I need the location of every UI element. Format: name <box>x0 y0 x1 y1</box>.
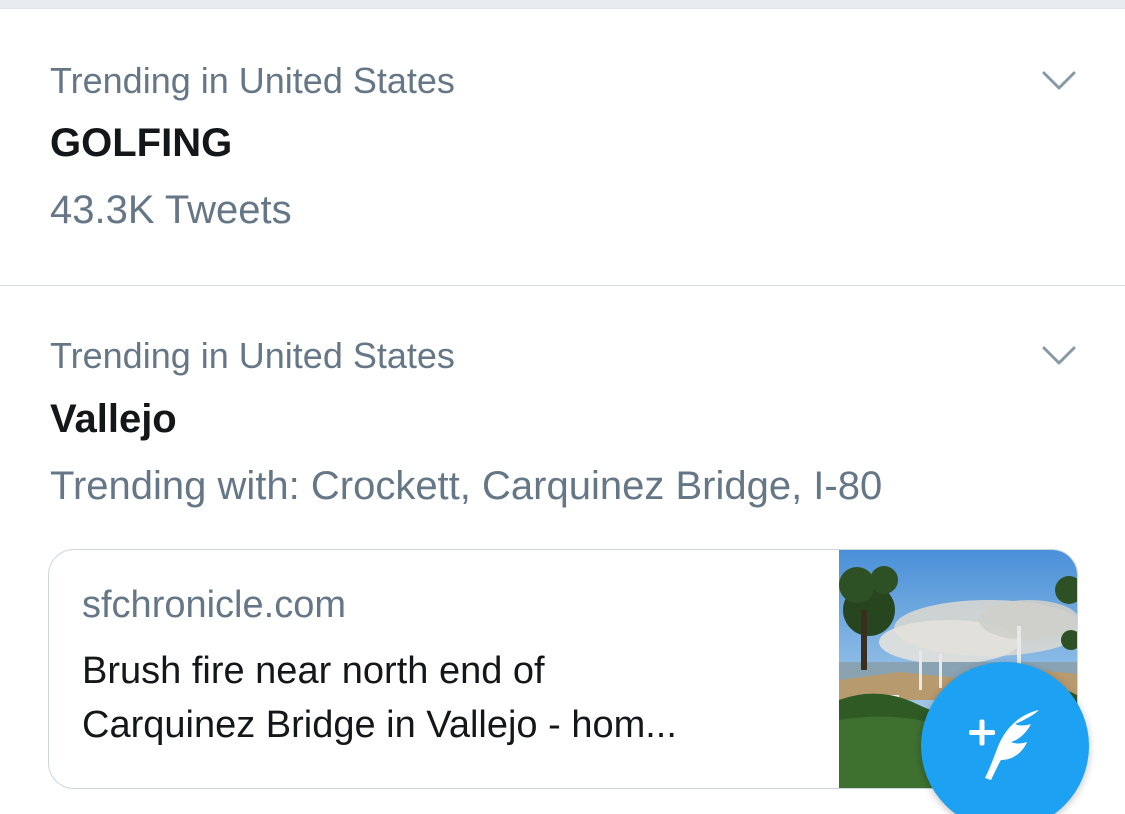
trend-title: Vallejo <box>50 397 177 441</box>
trend-context-label: Trending in United States <box>50 335 455 376</box>
chevron-down-icon[interactable] <box>1039 61 1079 101</box>
trend-item[interactable]: Trending in United States GOLFING 43.3K … <box>0 9 1125 285</box>
trends-page: Trending in United States GOLFING 43.3K … <box>0 0 1125 814</box>
compose-tweet-icon <box>969 710 1039 780</box>
top-separator-strip <box>0 0 1125 9</box>
trend-related-terms: Trending with: Crockett, Carquinez Bridg… <box>50 464 883 508</box>
chevron-down-icon[interactable] <box>1039 336 1079 376</box>
trend-context-label: Trending in United States <box>50 60 455 101</box>
trend-tweet-count: 43.3K Tweets <box>50 188 292 232</box>
link-headline: Brush fire near north end of Carquinez B… <box>82 644 822 752</box>
link-headline-line: Brush fire near north end of <box>82 650 545 692</box>
trend-title: GOLFING <box>50 121 233 165</box>
link-domain: sfchronicle.com <box>82 584 346 626</box>
link-headline-line: Carquinez Bridge in Vallejo - hom... <box>82 704 677 746</box>
